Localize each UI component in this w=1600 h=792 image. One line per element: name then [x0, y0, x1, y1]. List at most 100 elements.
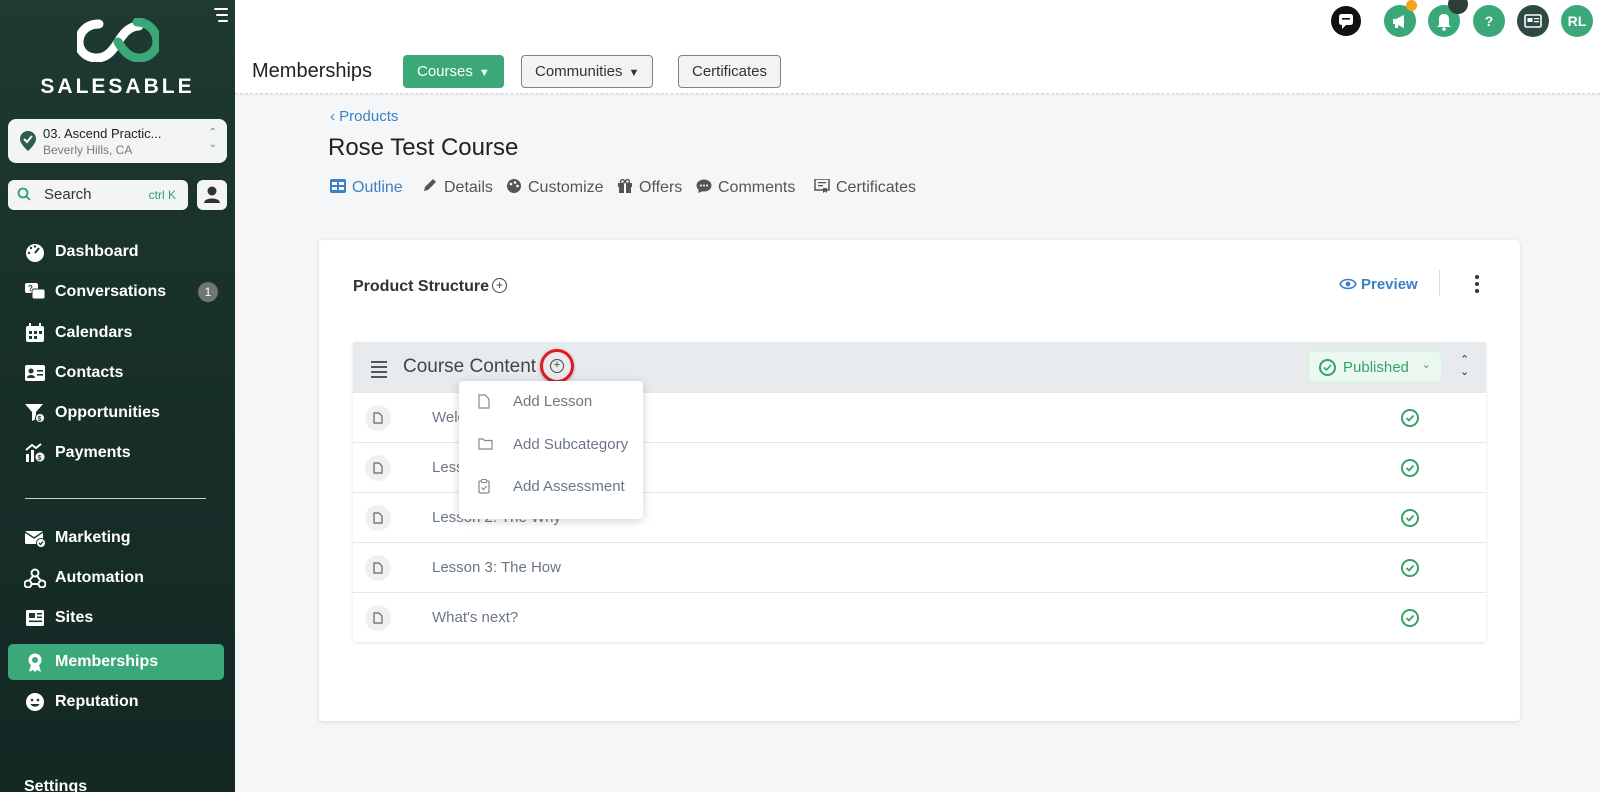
location-address: Beverly Hills, CA: [43, 143, 133, 157]
memberships-icon: [28, 653, 42, 672]
sidebar-item-label: Automation: [55, 569, 144, 586]
dashboard-icon: [26, 244, 44, 262]
add-item-menu: Add Lesson Add Subcategory Add Assessmen…: [459, 381, 643, 519]
contact-card-button[interactable]: [1517, 5, 1549, 37]
menu-item-label: Add Assessment: [513, 478, 625, 495]
question-icon: ?: [1484, 13, 1494, 29]
tab-customize[interactable]: Customize: [506, 179, 604, 197]
tab-courses[interactable]: Courses ▼: [403, 55, 504, 88]
chevron-down-icon: ⌄: [1421, 359, 1431, 371]
status-label: Published: [1343, 359, 1409, 376]
sidebar-item-payments[interactable]: $ Payments: [8, 435, 224, 471]
section-title: Memberships: [252, 60, 373, 82]
svg-text:$: $: [38, 416, 42, 423]
avatar[interactable]: RL: [1561, 5, 1593, 37]
add-circle-icon[interactable]: +: [492, 278, 507, 293]
sidebar-item-dashboard[interactable]: Dashboard: [8, 234, 224, 270]
sites-icon: [26, 610, 44, 626]
tab-certificates-course[interactable]: Certificates: [814, 179, 916, 197]
sidebar-item-contacts[interactable]: Contacts: [8, 355, 224, 391]
sidebar-item-memberships[interactable]: Memberships: [8, 644, 224, 680]
tab-certificates-label: Certificates: [692, 63, 768, 80]
sidebar-item-settings[interactable]: Settings: [24, 778, 87, 792]
user-profile-button[interactable]: [197, 180, 227, 210]
search-label: Search: [44, 186, 92, 203]
sidebar-item-label: Opportunities: [55, 404, 160, 421]
menu-item-add-subcategory[interactable]: Add Subcategory: [459, 424, 643, 466]
opportunities-icon: $: [25, 404, 45, 423]
outline-icon: [330, 179, 346, 193]
check-circle-icon: [1319, 359, 1336, 376]
tab-offers[interactable]: Offers: [617, 179, 682, 197]
tab-details[interactable]: Details: [422, 179, 493, 197]
list-item[interactable]: Lesson 3: The How: [353, 542, 1486, 592]
lesson-title: Lesson 3: The How: [432, 559, 561, 576]
conversations-icon: ?: [25, 283, 46, 300]
reputation-icon: [26, 693, 44, 711]
infinity-logo-icon: [73, 17, 162, 63]
breadcrumb[interactable]: ‹ Products: [330, 108, 398, 125]
add-item-icon[interactable]: +: [550, 359, 564, 373]
brand-name: SALESABLE: [40, 75, 195, 98]
sidebar-item-marketing[interactable]: Marketing: [8, 520, 224, 556]
help-button[interactable]: ?: [1473, 5, 1505, 37]
more-options-icon[interactable]: [1474, 275, 1480, 295]
marketing-icon: [24, 531, 46, 548]
svg-text:?: ?: [28, 284, 33, 293]
logo: SALESABLE: [0, 17, 235, 99]
chevron-updown-icon: ⌃ ⌄: [208, 127, 217, 150]
preview-label: Preview: [1361, 276, 1418, 293]
expand-collapse-icon[interactable]: ⌃ ⌄: [1460, 354, 1469, 378]
sidebar-item-calendars[interactable]: Calendars: [8, 315, 224, 351]
chat-widget-button[interactable]: [1330, 5, 1362, 37]
sidebar-item-sites[interactable]: Sites: [8, 600, 224, 636]
category-title: Course Content: [403, 356, 537, 377]
status-dropdown[interactable]: Published ⌄: [1308, 351, 1442, 383]
unread-count-badge: 1: [198, 282, 218, 302]
sidebar-item-opportunities[interactable]: $ Opportunities: [8, 395, 224, 431]
sidebar-item-conversations[interactable]: ? Conversations 1: [8, 274, 224, 310]
sidebar-item-automation[interactable]: Automation: [8, 560, 224, 596]
published-check-icon: [1401, 409, 1419, 427]
calendar-icon: [26, 323, 44, 342]
page-title: Rose Test Course: [328, 134, 519, 161]
document-icon: [365, 405, 391, 431]
preview-button[interactable]: Preview: [1339, 276, 1418, 293]
tab-customize-label: Customize: [528, 179, 604, 196]
list-item[interactable]: What's next?: [353, 592, 1486, 642]
document-icon: [365, 505, 391, 531]
comment-icon: [696, 179, 712, 193]
breadcrumb-products[interactable]: Products: [339, 108, 398, 125]
lesson-title: What's next?: [432, 609, 519, 626]
id-card-icon: [1524, 14, 1542, 28]
notification-dot: [1406, 0, 1417, 11]
tab-offers-label: Offers: [639, 179, 683, 196]
location-name: 03. Ascend Practic...: [43, 126, 162, 141]
sidebar-item-reputation[interactable]: Reputation: [8, 684, 224, 720]
contacts-icon: [25, 365, 45, 381]
sidebar-divider: [25, 498, 206, 499]
published-check-icon: [1401, 559, 1419, 577]
tab-certificates[interactable]: Certificates: [678, 55, 782, 88]
tab-courses-label: Courses: [417, 63, 473, 80]
sidebar-item-label: Marketing: [55, 529, 131, 546]
location-pin-icon: [20, 131, 36, 151]
published-check-icon: [1401, 459, 1419, 477]
chevron-down-icon: ▼: [478, 67, 490, 79]
user-icon: [204, 186, 220, 203]
menu-item-add-assessment[interactable]: Add Assessment: [459, 466, 643, 508]
sidebar-item-label: Sites: [55, 609, 94, 626]
sidebar-item-label: Dashboard: [55, 243, 139, 260]
tab-comments[interactable]: Comments: [696, 179, 795, 197]
search-button[interactable]: Search ctrl K: [8, 180, 188, 210]
location-switcher[interactable]: 03. Ascend Practic... Beverly Hills, CA …: [8, 119, 227, 163]
eye-icon: [1339, 278, 1357, 290]
tab-outline[interactable]: Outline: [330, 179, 403, 197]
pencil-icon: [424, 179, 436, 191]
drag-handle-icon[interactable]: [371, 361, 387, 381]
separator: [1439, 270, 1440, 296]
folder-icon: [478, 438, 493, 450]
menu-item-add-lesson[interactable]: Add Lesson: [459, 381, 643, 423]
tab-communities[interactable]: Communities ▼: [521, 55, 654, 88]
document-icon: [365, 605, 391, 631]
